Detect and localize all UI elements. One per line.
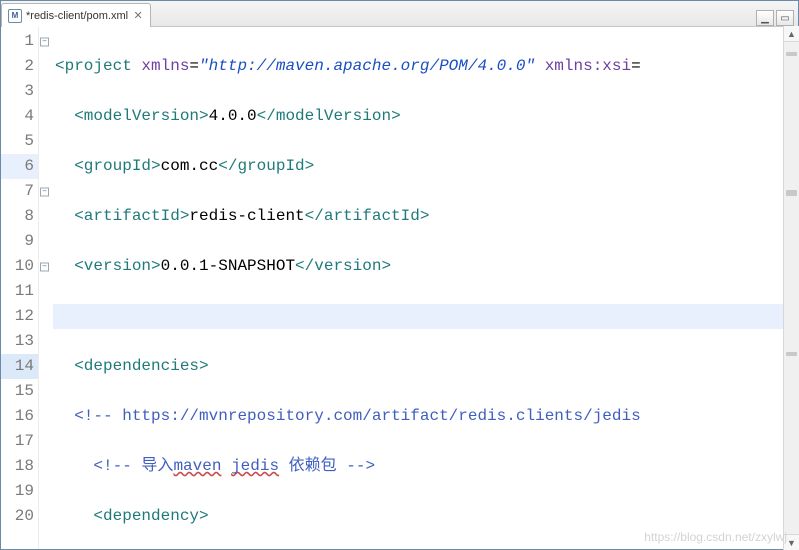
editor-tab[interactable]: M *redis-client/pom.xml ✕	[1, 3, 151, 27]
line-number: 8	[1, 204, 38, 229]
line-number: 19	[1, 479, 38, 504]
scrollbar-marker	[786, 52, 797, 56]
line-number: 16	[1, 404, 38, 429]
fold-toggle-icon[interactable]: −	[40, 262, 49, 271]
line-number: 10−	[1, 254, 38, 279]
fold-toggle-icon[interactable]: −	[40, 187, 49, 196]
code-line: <dependency>	[53, 504, 798, 529]
code-line: <groupId>com.cc</groupId>	[53, 154, 798, 179]
scrollbar-marker	[786, 190, 797, 196]
vertical-scrollbar[interactable]: ▲ ▼	[783, 26, 799, 550]
line-number: 4	[1, 104, 38, 129]
scrollbar-track[interactable]	[784, 42, 799, 534]
xml-file-icon: M	[8, 9, 22, 23]
fold-toggle-icon[interactable]: −	[40, 37, 49, 46]
code-line: <modelVersion>4.0.0</modelVersion>	[53, 104, 798, 129]
line-number: 5	[1, 129, 38, 154]
line-number: 9	[1, 229, 38, 254]
scroll-down-icon[interactable]: ▼	[784, 534, 799, 550]
code-area[interactable]: <project xmlns="http://maven.apache.org/…	[53, 27, 798, 549]
editor-window: M *redis-client/pom.xml ✕ ▁ ▭ 1− 2 3 4 5…	[0, 0, 799, 550]
code-line: <!-- 导入maven jedis 依赖包 -->	[53, 454, 798, 479]
line-number: 12	[1, 304, 38, 329]
line-number: 13	[1, 329, 38, 354]
code-line: <project xmlns="http://maven.apache.org/…	[53, 54, 798, 79]
close-tab-icon[interactable]: ✕	[132, 10, 144, 22]
line-number: 20	[1, 504, 38, 529]
tab-title: *redis-client/pom.xml	[26, 10, 128, 22]
tab-bar: M *redis-client/pom.xml ✕ ▁ ▭	[1, 1, 798, 27]
line-number: 3	[1, 79, 38, 104]
minimize-editor-button[interactable]: ▁	[756, 10, 774, 26]
line-number: 1−	[1, 29, 38, 54]
line-number: 15	[1, 379, 38, 404]
line-number: 17	[1, 429, 38, 454]
line-number: 6	[1, 154, 38, 179]
code-line: <!-- https://mvnrepository.com/artifact/…	[53, 404, 798, 429]
fold-column	[39, 27, 53, 549]
line-number: 7−	[1, 179, 38, 204]
code-line: <version>0.0.1-SNAPSHOT</version>	[53, 254, 798, 279]
scrollbar-marker	[786, 352, 797, 356]
code-editor[interactable]: 1− 2 3 4 5 6 7− 8 9 10− 11 12 13 14 15 1…	[1, 27, 798, 549]
line-number: 2	[1, 54, 38, 79]
line-number: 18	[1, 454, 38, 479]
maximize-editor-button[interactable]: ▭	[776, 10, 794, 26]
code-line: <artifactId>redis-client</artifactId>	[53, 204, 798, 229]
tab-bar-controls: ▁ ▭	[752, 10, 798, 26]
code-line	[53, 304, 798, 329]
line-number-gutter: 1− 2 3 4 5 6 7− 8 9 10− 11 12 13 14 15 1…	[1, 27, 39, 549]
line-number: 11	[1, 279, 38, 304]
scroll-up-icon[interactable]: ▲	[784, 26, 799, 42]
code-line: <dependencies>	[53, 354, 798, 379]
line-number: 14	[1, 354, 38, 379]
